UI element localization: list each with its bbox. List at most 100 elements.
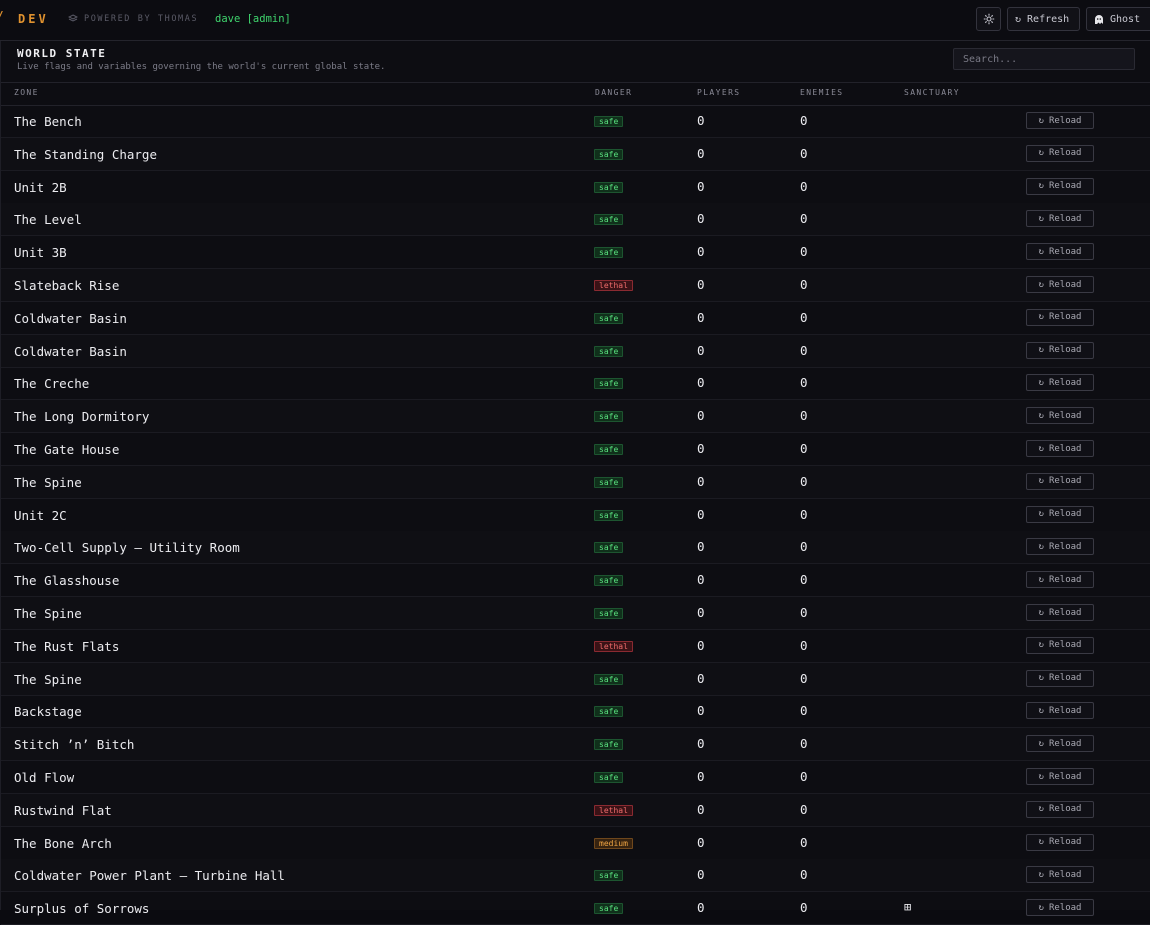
players-count: 0: [697, 670, 705, 686]
current-user: dave [admin]: [215, 13, 291, 25]
reload-button[interactable]: ↻ Reload: [1026, 538, 1094, 556]
reload-button[interactable]: ↻ Reload: [1026, 735, 1094, 753]
table-row: The Glasshouse safe 0 0 ↻ Reload: [1, 564, 1150, 598]
reload-button[interactable]: ↻ Reload: [1026, 177, 1094, 195]
reload-button[interactable]: ↻ Reload: [1026, 308, 1094, 326]
search-input[interactable]: [953, 48, 1135, 70]
reload-icon: ↻: [1038, 181, 1044, 192]
players-count: 0: [697, 342, 705, 358]
zone-name: The Spine: [14, 671, 82, 687]
reload-button[interactable]: ↻ Reload: [1026, 243, 1094, 261]
reload-button[interactable]: ↻ Reload: [1026, 866, 1094, 884]
settings-button[interactable]: [976, 7, 1001, 31]
reload-button[interactable]: ↻ Reload: [1026, 210, 1094, 228]
zone-name: Rustwind Flat: [14, 802, 112, 818]
zone-name: Unit 2C: [14, 507, 67, 523]
reload-icon: ↻: [1038, 115, 1044, 126]
zone-name: The Gate House: [14, 442, 120, 457]
table-row: The Spine safe 0 0 ↻ Reload: [1, 465, 1150, 499]
players-count: 0: [697, 408, 705, 424]
reload-icon: ↻: [1038, 869, 1044, 880]
enemies-count: 0: [800, 506, 808, 522]
zone-name: Stitch ’n’ Bitch: [14, 737, 135, 753]
enemies-count: 0: [800, 900, 808, 916]
danger-badge: safe: [594, 608, 624, 619]
reload-label: Reload: [1048, 771, 1082, 782]
players-count: 0: [697, 834, 705, 850]
reload-icon: ↻: [1038, 902, 1044, 913]
table-row: Two-Cell Supply — Utility Room safe 0 0 ↻ Rel…: [1, 531, 1150, 565]
danger-badge: safe: [594, 345, 624, 357]
players-count: 0: [697, 801, 705, 817]
table-row: Unit 3B safe 0 0 ↻ Reload: [1, 236, 1150, 270]
powered-by-label: POWERED BY THOMAS: [84, 14, 199, 24]
zone-name: Coldwater Basin: [14, 343, 127, 359]
zone-name: The Glasshouse: [14, 573, 120, 589]
enemies-count: 0: [800, 145, 808, 161]
danger-badge: safe: [594, 312, 624, 324]
table-row: Surplus of Sorrows safe 0 0 ⊞ ↻ Reload: [1, 892, 1150, 925]
players-count: 0: [697, 113, 705, 128]
reload-button[interactable]: ↻ Reload: [1026, 407, 1094, 425]
table-row: The Spine safe 0 0 ↻ Reload: [1, 662, 1150, 696]
reload-button[interactable]: ↻ Reload: [1026, 505, 1094, 523]
danger-badge: safe: [594, 903, 624, 915]
reload-button[interactable]: ↻ Reload: [1026, 604, 1094, 621]
reload-button[interactable]: ↻ Reload: [1026, 374, 1094, 392]
gear-icon: [983, 13, 994, 25]
reload-button[interactable]: ↻ Reload: [1026, 833, 1094, 851]
reload-button[interactable]: ↻ Reload: [1026, 341, 1094, 359]
danger-badge: medium: [594, 837, 633, 849]
refresh-button[interactable]: ↻ Refresh: [1007, 7, 1080, 31]
reload-button[interactable]: ↻ Reload: [1026, 702, 1094, 720]
enemies-count: 0: [800, 342, 808, 358]
reload-button[interactable]: ↻ Reload: [1026, 669, 1094, 687]
danger-badge: safe: [594, 411, 624, 423]
ghost-button[interactable]: Ghost: [1086, 7, 1150, 31]
table-row: Unit 2B safe 0 0 ↻ Reload: [1, 171, 1150, 204]
enemies-count: 0: [800, 408, 808, 424]
enemies-count: 0: [800, 834, 808, 850]
reload-label: Reload: [1048, 377, 1082, 388]
reload-button[interactable]: ↻ Reload: [1026, 571, 1094, 589]
danger-badge: safe: [594, 181, 624, 193]
reload-button[interactable]: ↻ Reload: [1026, 112, 1094, 129]
danger-badge: safe: [594, 444, 624, 455]
reload-label: Reload: [1048, 279, 1082, 290]
table-row: The Bench safe 0 0 ↻ Reload: [1, 105, 1150, 138]
danger-badge: safe: [594, 214, 624, 226]
players-count: 0: [697, 539, 705, 555]
reload-label: Reload: [1048, 312, 1082, 323]
top-bar: / DEV POWERED BY THOMAS dave [admin] ↻ R…: [0, 0, 1150, 41]
reload-button[interactable]: ↻ Reload: [1026, 768, 1094, 785]
enemies-count: 0: [800, 736, 808, 752]
reload-button[interactable]: ↻ Reload: [1026, 636, 1094, 654]
table-row: Backstage safe 0 0 ↻ Reload: [1, 695, 1150, 729]
danger-badge: safe: [594, 575, 624, 587]
reload-button[interactable]: ↻ Reload: [1026, 144, 1094, 162]
ghost-icon: [1095, 14, 1103, 24]
column-players: PLAYERS: [697, 88, 741, 97]
reload-icon: ↻: [1038, 541, 1044, 552]
players-count: 0: [697, 211, 705, 227]
table-row: Stitch ’n’ Bitch safe 0 0 ↻ Reload: [1, 728, 1150, 762]
reload-button[interactable]: ↻ Reload: [1026, 440, 1094, 457]
reload-label: Reload: [1048, 640, 1082, 651]
table-row: Rustwind Flat lethal 0 0 ↻ Reload: [1, 793, 1150, 827]
reload-icon: ↻: [1038, 738, 1044, 749]
ghost-label: Ghost: [1110, 13, 1141, 25]
reload-icon: ↻: [1038, 705, 1044, 716]
enemies-count: 0: [800, 637, 808, 653]
reload-icon: ↻: [1038, 476, 1044, 487]
reload-button[interactable]: ↻ Reload: [1026, 899, 1094, 917]
reload-button[interactable]: ↻ Reload: [1026, 276, 1094, 293]
reload-button[interactable]: ↻ Reload: [1026, 800, 1094, 818]
reload-button[interactable]: ↻ Reload: [1026, 472, 1094, 490]
table-row: Coldwater Basin safe 0 0 ↻ Reload: [1, 334, 1150, 368]
players-count: 0: [697, 244, 705, 260]
reload-label: Reload: [1048, 345, 1082, 356]
danger-badge: lethal: [594, 640, 633, 652]
table-row: The Long Dormitory safe 0 0 ↻ Reload: [1, 400, 1150, 434]
players-count: 0: [697, 769, 705, 784]
reload-icon: ↻: [1038, 640, 1044, 651]
